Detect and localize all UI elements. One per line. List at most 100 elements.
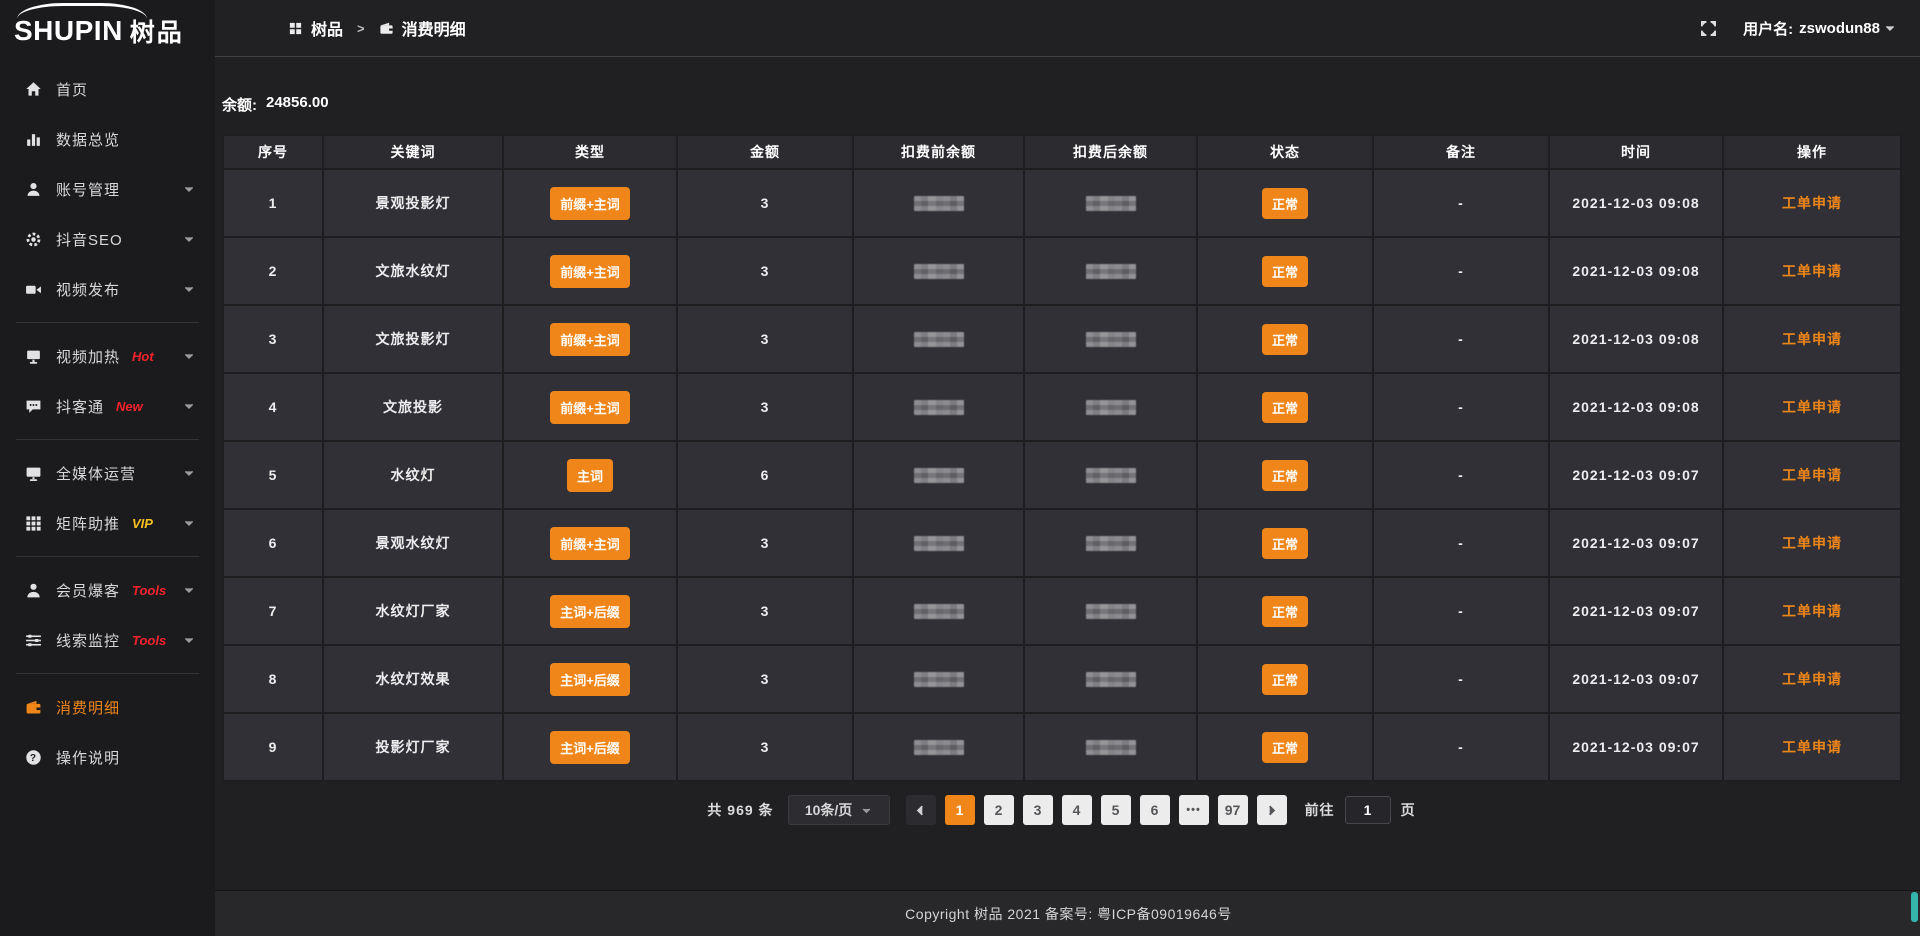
blurred-balance — [914, 536, 964, 551]
work-order-link[interactable]: 工单申请 — [1782, 671, 1842, 687]
work-order-link[interactable]: 工单申请 — [1782, 331, 1842, 347]
table-body: 1景观投影灯前缀+主词3正常-2021-12-03 09:08工单申请2文旅水纹… — [223, 169, 1901, 781]
cell-action: 工单申请 — [1723, 169, 1901, 237]
blurred-balance — [914, 400, 964, 415]
work-order-link[interactable]: 工单申请 — [1782, 263, 1842, 279]
sidebar-item-home[interactable]: 首页 — [0, 64, 215, 114]
table-row: 7水纹灯厂家主词+后缀3正常-2021-12-03 09:07工单申请 — [223, 577, 1901, 645]
sidebar-item-douketong[interactable]: 抖客通New — [0, 381, 215, 431]
gear-icon — [25, 231, 42, 248]
fullscreen-icon[interactable] — [1700, 20, 1717, 37]
sidebar-item-douyin-seo[interactable]: 抖音SEO — [0, 214, 215, 264]
blurred-balance — [1086, 604, 1136, 619]
cell-status: 正常 — [1197, 237, 1373, 305]
cell-index: 5 — [223, 441, 323, 509]
type-badge: 前缀+主词 — [550, 323, 630, 356]
cell-index: 2 — [223, 237, 323, 305]
cell-balance-after — [1024, 237, 1197, 305]
sidebar-item-label: 抖客通 — [56, 396, 104, 417]
blurred-balance — [914, 196, 964, 211]
sidebar-item-account-management[interactable]: 账号管理 — [0, 164, 215, 214]
cell-time: 2021-12-03 09:08 — [1549, 305, 1723, 373]
column-header: 关键词 — [323, 135, 503, 169]
cell-type: 前缀+主词 — [503, 509, 677, 577]
sidebar-item-operation-guide[interactable]: ?操作说明 — [0, 732, 215, 782]
cell-index: 7 — [223, 577, 323, 645]
page-button-97[interactable]: 97 — [1218, 795, 1248, 825]
page-button-5[interactable]: 5 — [1101, 795, 1131, 825]
type-badge: 前缀+主词 — [550, 255, 630, 288]
page-button-1[interactable]: 1 — [945, 795, 975, 825]
chevron-down-icon[interactable] — [1884, 22, 1896, 34]
type-badge: 主词+后缀 — [550, 595, 630, 628]
work-order-link[interactable]: 工单申请 — [1782, 603, 1842, 619]
column-header: 金额 — [677, 135, 853, 169]
sidebar-item-label: 线索监控 — [56, 630, 120, 651]
cell-time: 2021-12-03 09:08 — [1549, 237, 1723, 305]
blurred-balance — [914, 332, 964, 347]
sidebar-item-badge: Tools — [132, 583, 166, 598]
cell-balance-before — [853, 373, 1024, 441]
cell-time: 2021-12-03 09:07 — [1549, 441, 1723, 509]
page-size-select[interactable]: 10条/页 — [788, 795, 890, 825]
more-pages-button[interactable]: ••• — [1179, 795, 1209, 825]
screen-icon — [25, 348, 42, 365]
sidebar-item-video-heating[interactable]: 视频加热Hot — [0, 331, 215, 381]
next-page-button[interactable] — [1257, 795, 1287, 825]
cell-type: 主词+后缀 — [503, 645, 677, 713]
work-order-link[interactable]: 工单申请 — [1782, 467, 1842, 483]
scrollbar-thumb[interactable] — [1911, 892, 1918, 922]
sidebar-item-label: 抖音SEO — [56, 229, 123, 250]
page-button-3[interactable]: 3 — [1023, 795, 1053, 825]
page-button-4[interactable]: 4 — [1062, 795, 1092, 825]
sidebar-divider — [16, 556, 199, 557]
cell-keyword: 水纹灯 — [323, 441, 503, 509]
blurred-balance — [1086, 536, 1136, 551]
sidebar-item-member-baoke[interactable]: 会员爆客Tools — [0, 565, 215, 615]
type-badge: 前缀+主词 — [550, 187, 630, 220]
column-header: 备注 — [1373, 135, 1549, 169]
status-badge: 正常 — [1262, 528, 1308, 559]
breadcrumb-item-shupin[interactable]: 树品 — [288, 16, 343, 40]
cell-keyword: 景观投影灯 — [323, 169, 503, 237]
blurred-balance — [1086, 672, 1136, 687]
sidebar-item-consumption-detail[interactable]: 消费明细 — [0, 682, 215, 732]
cell-time: 2021-12-03 09:07 — [1549, 577, 1723, 645]
username-value[interactable]: zswodun88 — [1799, 20, 1880, 37]
type-badge: 主词+后缀 — [550, 663, 630, 696]
cell-balance-before — [853, 237, 1024, 305]
sidebar-item-label: 消费明细 — [56, 697, 120, 718]
status-badge: 正常 — [1262, 460, 1308, 491]
cell-keyword: 文旅投影 — [323, 373, 503, 441]
work-order-link[interactable]: 工单申请 — [1782, 399, 1842, 415]
blurred-balance — [914, 264, 964, 279]
status-badge: 正常 — [1262, 392, 1308, 423]
page-button-2[interactable]: 2 — [984, 795, 1014, 825]
total-count: 共 969 条 — [707, 800, 773, 820]
sidebar-item-data-overview[interactable]: 数据总览 — [0, 114, 215, 164]
breadcrumb-item-consumption-detail[interactable]: 消费明细 — [379, 16, 466, 40]
work-order-link[interactable]: 工单申请 — [1782, 195, 1842, 211]
username-label: 用户名: — [1743, 18, 1793, 39]
blurred-balance — [1086, 332, 1136, 347]
column-header: 序号 — [223, 135, 323, 169]
sidebar-item-lead-monitoring[interactable]: 线索监控Tools — [0, 615, 215, 665]
work-order-link[interactable]: 工单申请 — [1782, 739, 1842, 755]
sidebar-item-badge: VIP — [132, 516, 153, 531]
work-order-link[interactable]: 工单申请 — [1782, 535, 1842, 551]
app-logo[interactable]: SHUPIN 树品 — [0, 0, 215, 62]
sidebar-divider — [16, 673, 199, 674]
chevron-down-icon — [183, 183, 195, 195]
video-icon — [25, 281, 42, 298]
sidebar-item-matrix-boost[interactable]: 矩阵助推VIP — [0, 498, 215, 548]
goto-label: 前往 — [1305, 800, 1335, 820]
goto-page-input[interactable] — [1345, 796, 1391, 824]
cell-remark: - — [1373, 373, 1549, 441]
sidebar-item-video-publish[interactable]: 视频发布 — [0, 264, 215, 314]
prev-page-button[interactable] — [906, 795, 936, 825]
cell-remark: - — [1373, 441, 1549, 509]
sidebar-item-omni-media-operation[interactable]: 全媒体运营 — [0, 448, 215, 498]
cell-amount: 3 — [677, 305, 853, 373]
page-button-6[interactable]: 6 — [1140, 795, 1170, 825]
table-row: 6景观水纹灯前缀+主词3正常-2021-12-03 09:07工单申请 — [223, 509, 1901, 577]
